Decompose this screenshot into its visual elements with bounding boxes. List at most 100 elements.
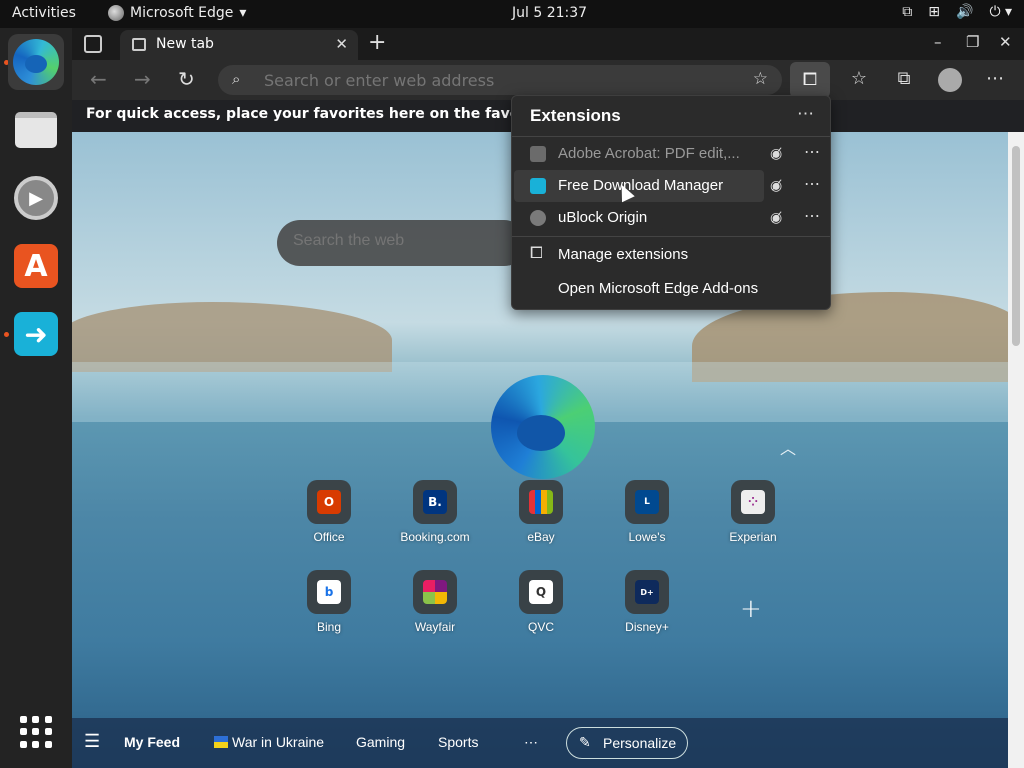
scrollbar-thumb[interactable]: [1012, 146, 1020, 346]
page-scrollbar[interactable]: [1008, 132, 1024, 768]
quicklink-label: Lowe's: [628, 530, 666, 544]
quicklink-label: Office: [313, 530, 345, 544]
quicklink-disney[interactable]: D+ Disney+: [602, 570, 692, 634]
quicklink-ebay[interactable]: eBay: [496, 480, 586, 544]
web-search-input[interactable]: [293, 232, 513, 250]
feed-tab-war-in-ukraine[interactable]: War in Ukraine: [214, 734, 324, 750]
qvc-icon: Q: [529, 580, 553, 604]
puzzle-piece-icon: ⧠: [530, 245, 543, 262]
settings-gear-icon: ▶: [14, 176, 58, 220]
chevron-down-icon: ▾: [239, 5, 247, 21]
dock-settings[interactable]: ▶: [8, 170, 64, 226]
dock-software[interactable]: A: [8, 238, 64, 294]
minimize-button[interactable]: –: [934, 33, 942, 51]
edge-app-icon: [108, 5, 124, 21]
quicklink-lowes[interactable]: L Lowe's: [602, 480, 692, 544]
web-search-box[interactable]: [277, 220, 527, 266]
hamburger-menu-icon[interactable]: ☰: [84, 731, 100, 752]
feed-tab-label: War in Ukraine: [232, 734, 325, 750]
refresh-icon[interactable]: ↻: [178, 67, 195, 91]
system-tray[interactable]: ⧉ ⊞ 🔊 ⏻ ▾: [902, 4, 1012, 20]
extension-name: Adobe Acrobat: PDF edit,...: [558, 145, 740, 162]
network-icon[interactable]: ⊞: [928, 4, 940, 20]
quicklink-bing[interactable]: b Bing: [284, 570, 374, 634]
software-store-icon: A: [14, 244, 58, 288]
browser-toolbar: ← → ↻ ⌕ ☆ ⧠ ☆ ⧉ ⋯: [72, 60, 1024, 100]
search-icon: ⌕: [232, 70, 241, 88]
disney-plus-icon: D+: [635, 580, 659, 604]
address-bar[interactable]: ⌕ ☆: [218, 65, 782, 95]
favorites-star-icon[interactable]: ☆: [844, 68, 874, 89]
divider: [512, 236, 830, 237]
app-menu[interactable]: Microsoft Edge ▾: [108, 5, 246, 21]
quicklink-label: Booking.com: [400, 530, 470, 544]
new-tab-button[interactable]: +: [368, 30, 386, 55]
add-shortcut-button[interactable]: +: [740, 594, 762, 624]
quicklink-qvc[interactable]: Q QVC: [496, 570, 586, 634]
tab-close-icon[interactable]: ✕: [335, 35, 348, 53]
feed-tab-sports[interactable]: Sports: [438, 734, 478, 750]
booking-icon: B.: [423, 490, 447, 514]
extensions-popup: Extensions ⋯ Adobe Acrobat: PDF edit,...…: [511, 95, 831, 310]
feed-tab-gaming[interactable]: Gaming: [356, 734, 405, 750]
activities-button[interactable]: Activities: [12, 5, 76, 21]
settings-more-icon[interactable]: ⋯: [980, 68, 1010, 89]
tab-title: New tab: [156, 36, 214, 52]
tab-new-tab[interactable]: New tab ✕: [120, 30, 358, 60]
quicklink-wayfair[interactable]: Wayfair: [390, 570, 480, 634]
quicklink-experian[interactable]: ⁘ Experian: [708, 480, 798, 544]
quicklink-booking[interactable]: B. Booking.com: [390, 480, 480, 544]
address-input[interactable]: [264, 69, 724, 91]
favorites-bar-hint: For quick access, place your favorites h…: [86, 106, 580, 122]
power-icon[interactable]: ⏻ ▾: [989, 4, 1012, 20]
extension-more-icon[interactable]: ⋯: [804, 142, 820, 162]
extension-more-icon[interactable]: ⋯: [804, 206, 820, 226]
extension-row-adobe-acrobat[interactable]: Adobe Acrobat: PDF edit,... ◉̸ ⋯: [512, 138, 830, 170]
dock-files[interactable]: [8, 102, 64, 158]
screen-share-icon[interactable]: ⧉: [902, 4, 912, 20]
bing-icon: b: [317, 580, 341, 604]
personalize-button[interactable]: ✎ Personalize: [566, 727, 688, 759]
ukraine-flag-icon: [214, 736, 228, 748]
collections-icon[interactable]: ⧉: [889, 68, 919, 89]
apps-grid-icon: [20, 716, 52, 748]
clock[interactable]: Jul 5 21:37: [512, 5, 587, 21]
quicklink-label: QVC: [527, 620, 554, 634]
extension-name: Free Download Manager: [558, 177, 724, 194]
tab-actions-icon[interactable]: [84, 35, 102, 53]
dock-edge[interactable]: [8, 34, 64, 90]
feed-more-icon[interactable]: ⋯: [524, 734, 538, 751]
extension-row-free-download-manager[interactable]: Free Download Manager ◉̸ ⋯: [512, 170, 830, 202]
quicklink-label: Disney+: [625, 620, 669, 634]
dock: ▶ A ➜: [0, 28, 72, 768]
ublock-origin-icon: [530, 210, 546, 226]
ebay-icon: [529, 490, 553, 514]
chevron-up-icon[interactable]: ︿: [780, 435, 796, 459]
free-download-manager-icon: [530, 178, 546, 194]
dock-free-download-manager[interactable]: ➜: [8, 306, 64, 362]
show-applications-button[interactable]: [8, 704, 64, 760]
edge-logo: [491, 375, 595, 479]
hide-from-toolbar-icon[interactable]: ◉̸: [770, 145, 782, 162]
hide-from-toolbar-icon[interactable]: ◉̸: [770, 177, 782, 194]
experian-icon: ⁘: [741, 490, 765, 514]
extension-more-icon[interactable]: ⋯: [804, 174, 820, 194]
maximize-button[interactable]: ❐: [966, 33, 979, 51]
feed-bar: ☰ My Feed War in Ukraine Gaming Sports ⋯…: [72, 718, 1008, 768]
feed-tab-my-feed[interactable]: My Feed: [124, 734, 180, 750]
profile-avatar[interactable]: [938, 68, 962, 92]
hide-from-toolbar-icon[interactable]: ◉̸: [770, 209, 782, 226]
forward-arrow-icon[interactable]: →: [134, 67, 151, 91]
window-close-button[interactable]: ✕: [999, 33, 1012, 51]
manage-extensions-link[interactable]: Manage extensions: [558, 246, 688, 263]
extension-row-ublock-origin[interactable]: uBlock Origin ◉̸ ⋯: [512, 202, 830, 234]
extensions-puzzle-icon[interactable]: ⧠: [790, 62, 830, 98]
back-arrow-icon[interactable]: ←: [90, 67, 107, 91]
quicklink-office[interactable]: O Office: [284, 480, 374, 544]
lowes-icon: L: [635, 490, 659, 514]
extensions-more-icon[interactable]: ⋯: [797, 104, 814, 124]
volume-icon[interactable]: 🔊: [956, 4, 973, 20]
extensions-popup-title: Extensions: [530, 106, 621, 125]
open-edge-addons-link[interactable]: Open Microsoft Edge Add-ons: [558, 280, 758, 297]
add-favorite-icon[interactable]: ☆: [753, 69, 768, 89]
